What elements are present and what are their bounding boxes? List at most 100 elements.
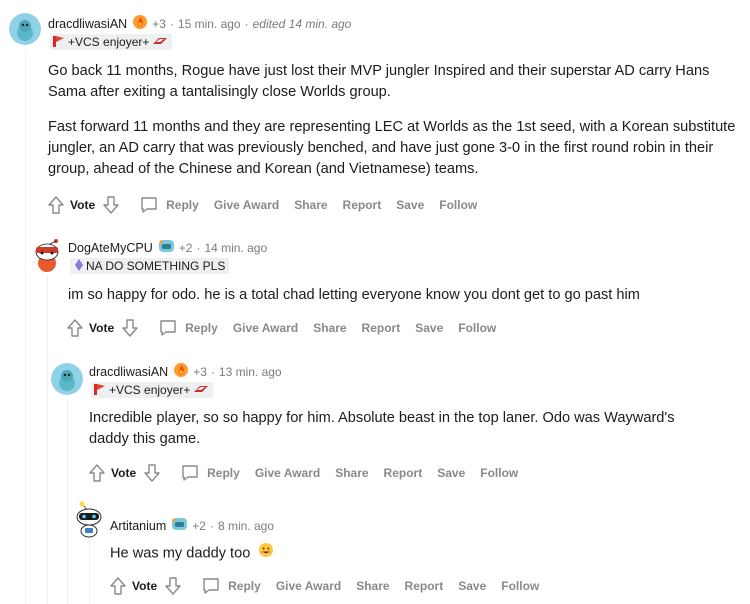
timestamp[interactable]: 15 min. ago bbox=[178, 17, 241, 31]
save-button[interactable]: Save bbox=[415, 321, 443, 335]
give-award-button[interactable]: Give Award bbox=[233, 321, 298, 335]
comment-paragraph: Incredible player, so so happy for him. … bbox=[89, 410, 675, 447]
follow-button[interactable]: Follow bbox=[458, 321, 496, 335]
comment-actions: Vote Reply Give Award Share Report Save … bbox=[65, 317, 511, 339]
vcs-flag-icon bbox=[52, 34, 66, 51]
flame-award-icon[interactable] bbox=[173, 362, 189, 381]
comment-actions: Vote Reply Give Award Share Report Save … bbox=[46, 194, 492, 216]
comment-bubble-icon bbox=[160, 320, 176, 336]
flair-text: NA DO SOMETHING PLS bbox=[86, 259, 226, 273]
reply-button[interactable]: Reply bbox=[139, 195, 199, 215]
downvote-icon[interactable] bbox=[101, 194, 121, 216]
avatar[interactable] bbox=[51, 363, 83, 395]
follow-button[interactable]: Follow bbox=[501, 579, 539, 593]
comment-meta: dracdliwasiAN +3 · 15 min. ago · edited … bbox=[48, 14, 351, 33]
flame-award-icon[interactable] bbox=[132, 14, 148, 33]
reply-label: Reply bbox=[228, 579, 261, 593]
comment-actions: Vote Reply Give Award Share Report Save … bbox=[108, 575, 554, 597]
share-button[interactable]: Share bbox=[356, 579, 389, 593]
avatar[interactable] bbox=[9, 13, 41, 45]
flair-text: +VCS enjoyer+ bbox=[109, 383, 191, 397]
separator-dot: · bbox=[244, 16, 249, 31]
upvote-icon[interactable] bbox=[65, 317, 85, 339]
timestamp[interactable]: 8 min. ago bbox=[218, 519, 274, 533]
vote-count: Vote bbox=[132, 579, 158, 593]
give-award-button[interactable]: Give Award bbox=[214, 198, 279, 212]
snoo-red-avatar bbox=[35, 239, 59, 272]
report-button[interactable]: Report bbox=[405, 579, 444, 593]
vcs-flag-icon bbox=[152, 35, 168, 49]
report-button[interactable]: Report bbox=[343, 198, 382, 212]
comment-body: im so happy for odo. he is a total chad … bbox=[68, 285, 738, 306]
give-award-button[interactable]: Give Award bbox=[255, 466, 320, 480]
reply-label: Reply bbox=[166, 198, 199, 212]
save-button[interactable]: Save bbox=[458, 579, 486, 593]
flair-text: +VCS enjoyer+ bbox=[68, 35, 150, 49]
helmet-award-icon[interactable] bbox=[158, 238, 175, 257]
separator-dot: · bbox=[196, 240, 201, 255]
thread-line[interactable] bbox=[89, 540, 90, 604]
save-button[interactable]: Save bbox=[437, 466, 465, 480]
report-button[interactable]: Report bbox=[384, 466, 423, 480]
award-count: +2 bbox=[192, 518, 206, 533]
separator-dot: · bbox=[210, 364, 215, 379]
comment-paragraph: He was my daddy too bbox=[110, 542, 710, 565]
user-flair: +VCS enjoyer+ bbox=[91, 382, 214, 399]
vcs-flag-icon bbox=[193, 383, 209, 397]
upvote-icon[interactable] bbox=[108, 575, 128, 597]
share-button[interactable]: Share bbox=[294, 198, 327, 212]
vote-count: Vote bbox=[89, 321, 115, 335]
thread-line[interactable] bbox=[67, 400, 68, 604]
award-count: +3 bbox=[152, 16, 166, 31]
username[interactable]: DogAteMyCPU bbox=[68, 241, 153, 255]
separator-dot: · bbox=[209, 518, 214, 533]
vcs-flag-icon bbox=[93, 382, 107, 399]
downvote-icon[interactable] bbox=[142, 462, 162, 484]
avatar[interactable] bbox=[72, 500, 106, 538]
share-button[interactable]: Share bbox=[313, 321, 346, 335]
share-button[interactable]: Share bbox=[335, 466, 368, 480]
user-flair: +VCS enjoyer+ bbox=[50, 34, 173, 51]
award-count: +2 bbox=[178, 240, 193, 255]
follow-button[interactable]: Follow bbox=[439, 198, 477, 212]
username[interactable]: Artitanium bbox=[110, 519, 166, 533]
upvote-icon[interactable] bbox=[87, 462, 107, 484]
comment-meta: Artitanium +2 · 8 min. ago bbox=[110, 516, 274, 535]
save-button[interactable]: Save bbox=[396, 198, 424, 212]
follow-button[interactable]: Follow bbox=[480, 466, 518, 480]
avatar[interactable] bbox=[30, 237, 64, 273]
comment-body: He was my daddy too bbox=[110, 542, 710, 565]
comment-body: Incredible player, so so happy for him. … bbox=[89, 408, 709, 450]
reply-button[interactable]: Reply bbox=[180, 463, 240, 483]
reply-button[interactable]: Reply bbox=[201, 576, 261, 596]
reply-button[interactable]: Reply bbox=[158, 318, 218, 338]
helmet-award-icon[interactable] bbox=[171, 516, 188, 535]
downvote-icon[interactable] bbox=[163, 575, 183, 597]
username[interactable]: dracdliwasiAN bbox=[89, 365, 168, 379]
comment-meta: DogAteMyCPU +2 · 14 min. ago bbox=[68, 238, 267, 257]
downvote-icon[interactable] bbox=[120, 317, 140, 339]
comment-paragraph: Fast forward 11 months and they are repr… bbox=[48, 119, 736, 177]
comment-text: He was my daddy too bbox=[110, 545, 251, 562]
report-button[interactable]: Report bbox=[362, 321, 401, 335]
username[interactable]: dracdliwasiAN bbox=[48, 17, 127, 31]
reply-label: Reply bbox=[207, 466, 240, 480]
comment-paragraph: Go back 11 months, Rogue have just lost … bbox=[48, 63, 710, 100]
comment-meta: dracdliwasiAN +3 · 13 min. ago bbox=[89, 362, 282, 381]
grinning-emoji-icon bbox=[258, 542, 274, 565]
snoo-robot-avatar bbox=[76, 501, 102, 538]
comment-bubble-icon bbox=[203, 578, 219, 594]
timestamp[interactable]: 13 min. ago bbox=[219, 365, 282, 379]
upvote-icon[interactable] bbox=[46, 194, 66, 216]
give-award-button[interactable]: Give Award bbox=[276, 579, 341, 593]
diamond-icon bbox=[74, 258, 84, 275]
reply-label: Reply bbox=[185, 321, 218, 335]
comment-bubble-icon bbox=[182, 465, 198, 481]
comment-paragraph: im so happy for odo. he is a total chad … bbox=[68, 287, 640, 303]
vote-count: Vote bbox=[111, 466, 137, 480]
snoo-blue-avatar bbox=[9, 13, 41, 45]
timestamp[interactable]: 14 min. ago bbox=[204, 241, 267, 255]
thread-line[interactable] bbox=[25, 50, 26, 604]
thread-line[interactable] bbox=[47, 275, 48, 604]
vote-count: Vote bbox=[70, 198, 96, 212]
